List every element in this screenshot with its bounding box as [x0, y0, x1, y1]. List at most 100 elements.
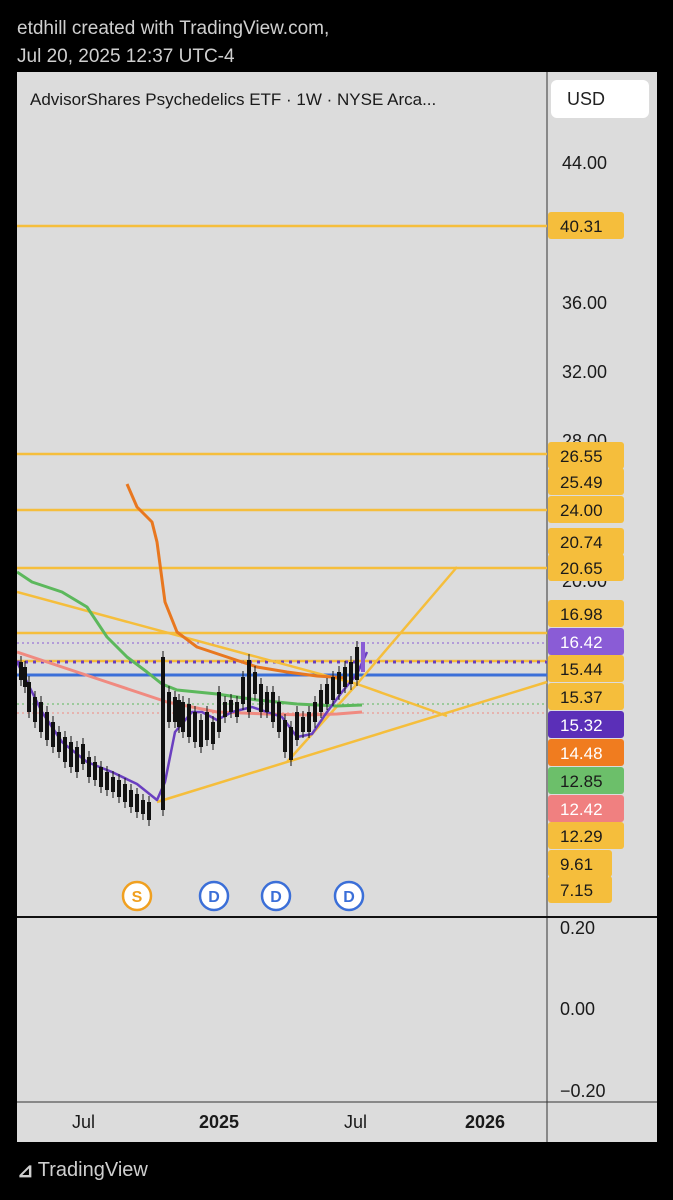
candle	[75, 747, 79, 772]
candle	[167, 692, 171, 722]
indicator-tick-label: −0.20	[560, 1081, 606, 1101]
event-marker-letter: D	[343, 889, 355, 906]
price-tick-label: 44.00	[562, 153, 607, 173]
price-tag-label: 9.61	[560, 855, 593, 874]
candle	[45, 712, 49, 740]
moving-average-orange-line	[125, 483, 348, 680]
price-tag-label: 25.49	[560, 473, 603, 492]
candle	[331, 677, 335, 700]
price-tag-label: 7.15	[560, 881, 593, 900]
candle	[187, 704, 191, 737]
candle	[343, 667, 347, 687]
candle	[181, 702, 185, 732]
candle	[325, 684, 329, 704]
candle	[147, 802, 151, 820]
candle	[161, 657, 165, 810]
candle	[295, 712, 299, 740]
candle	[313, 702, 317, 722]
trend-line	[156, 680, 548, 804]
candle	[173, 697, 177, 722]
price-tag-label: 20.74	[560, 533, 603, 552]
event-marker-letter: D	[208, 889, 220, 906]
candle	[205, 712, 209, 740]
candle	[193, 712, 197, 742]
candle	[289, 727, 293, 760]
event-marker-letter: S	[132, 889, 143, 906]
chart-title: AdvisorShares Psychedelics ETF · 1W · NY…	[30, 90, 437, 109]
price-tag-label: 12.85	[560, 772, 603, 791]
candle	[135, 794, 139, 812]
trend-line	[356, 566, 458, 685]
candle	[117, 780, 121, 797]
candle	[349, 662, 353, 684]
time-axis-label: 2026	[465, 1112, 505, 1132]
price-tick-label: 36.00	[562, 293, 607, 313]
candle	[337, 672, 341, 694]
candle	[39, 702, 43, 732]
candle	[123, 784, 127, 802]
event-marker-letter: D	[270, 889, 282, 906]
price-tick-label: 32.00	[562, 362, 607, 382]
candle	[69, 742, 73, 767]
candle	[223, 702, 227, 717]
candle	[51, 722, 55, 747]
candle	[141, 800, 145, 814]
price-tag-label: 15.32	[560, 716, 603, 735]
price-tag-label: 15.44	[560, 660, 603, 679]
candle	[307, 712, 311, 732]
footer-brand[interactable]: ⊿ TradingView	[17, 1158, 148, 1183]
footer-brand-label: TradingView	[37, 1159, 148, 1181]
price-tag-label: 16.42	[560, 633, 603, 652]
candle	[283, 720, 287, 752]
candle	[19, 662, 23, 680]
candle	[63, 737, 67, 762]
price-tag-label: 12.29	[560, 827, 603, 846]
candle	[253, 672, 257, 694]
candle	[277, 702, 281, 732]
candle	[319, 690, 323, 712]
latest-candle	[361, 642, 365, 672]
candle	[265, 692, 269, 712]
time-axis-label: Jul	[344, 1112, 367, 1132]
candle	[87, 757, 91, 777]
price-tag-label: 14.48	[560, 744, 603, 763]
currency-button[interactable]: USD	[551, 80, 649, 118]
candle	[355, 647, 359, 680]
candle	[27, 682, 31, 712]
tradingview-logo-icon: ⊿	[17, 1160, 34, 1182]
candle	[177, 700, 181, 727]
time-axis-label: Jul	[72, 1112, 95, 1132]
candle	[57, 732, 61, 752]
candle	[217, 692, 221, 732]
price-tag-label: 20.65	[560, 559, 603, 578]
candle	[81, 744, 85, 764]
candle	[271, 692, 275, 722]
price-tag-label: 24.00	[560, 501, 603, 520]
candle	[211, 722, 215, 744]
price-tag-label: 12.42	[560, 800, 603, 819]
chart-timestamp: Jul 20, 2025 12:37 UTC-4	[17, 46, 235, 67]
candle	[93, 762, 97, 780]
candle	[111, 777, 115, 792]
candle	[247, 660, 251, 712]
price-tag-label: 40.31	[560, 217, 603, 236]
chart-author-line: etdhill created with TradingView.com,	[17, 18, 330, 39]
time-axis-label: 2025	[199, 1112, 239, 1132]
indicator-tick-label: 0.20	[560, 918, 595, 938]
price-tag-label: 16.98	[560, 605, 603, 624]
candle	[105, 772, 109, 790]
candle	[99, 767, 103, 787]
trend-line	[356, 682, 448, 718]
indicator-tick-label: 0.00	[560, 999, 595, 1019]
candle	[241, 677, 245, 704]
price-tag-label: 26.55	[560, 447, 603, 466]
chart-canvas[interactable]: 44.0036.0032.0028.0020.000.200.00−0.20Ju…	[17, 72, 657, 1142]
candle	[229, 700, 233, 712]
price-tag-label: 15.37	[560, 688, 603, 707]
candle	[33, 697, 37, 722]
chart-panel[interactable]: 44.0036.0032.0028.0020.000.200.00−0.20Ju…	[17, 72, 657, 1142]
candle	[259, 684, 263, 712]
candle	[23, 667, 27, 687]
candle	[199, 720, 203, 747]
candle	[129, 790, 133, 807]
